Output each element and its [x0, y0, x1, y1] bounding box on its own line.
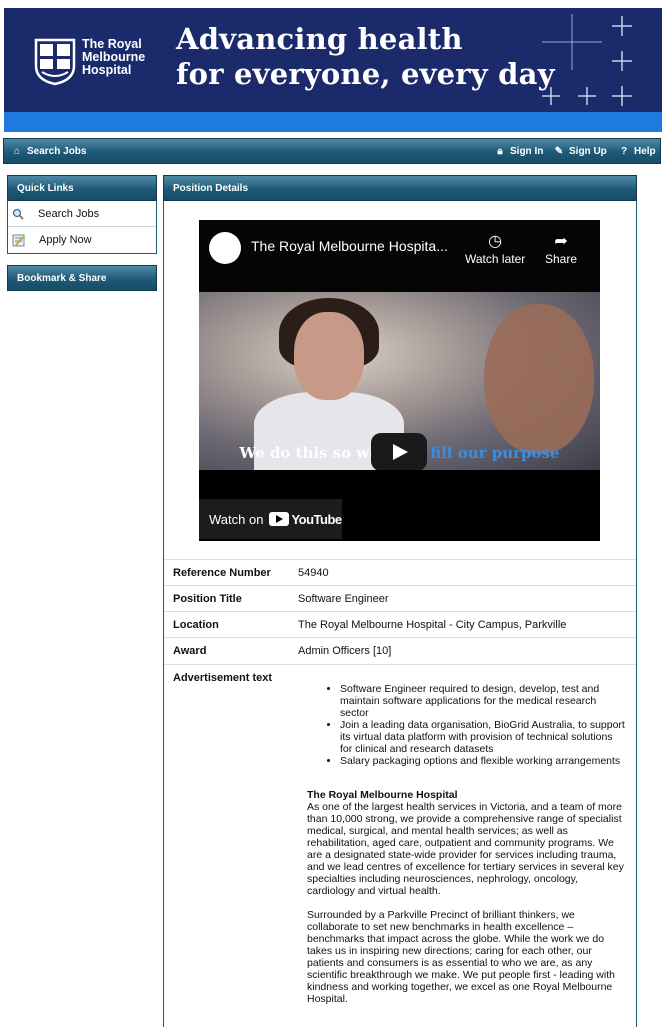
table-row: Reference Number 54940	[164, 559, 636, 585]
field-value: Software Engineer	[298, 592, 389, 605]
magnifier-icon	[12, 208, 24, 220]
quick-link-label: Apply Now	[39, 234, 92, 246]
play-button[interactable]	[371, 433, 427, 471]
position-details-panel: Position Details We do this so we e fill…	[163, 175, 637, 1027]
pencil-icon: ✎	[554, 145, 564, 157]
nav-sign-up-label: Sign Up	[569, 145, 607, 157]
nav-search-jobs[interactable]: ⌂ Search Jobs	[12, 139, 87, 163]
caption-blue: fill our purpose	[430, 444, 560, 462]
video-bottom-bar: Watch on YouTube	[199, 470, 600, 541]
field-value: The Royal Melbourne Hospital - City Camp…	[298, 618, 567, 631]
advertisement-row: Advertisement text Software Engineer req…	[164, 664, 636, 1005]
nav-help-label: Help	[634, 145, 656, 157]
quick-link-apply-now[interactable]: Apply Now	[8, 227, 156, 253]
field-value: Admin Officers [10]	[298, 644, 392, 657]
headline-line-1: Advancing health	[176, 22, 463, 56]
bookmark-share-title: Bookmark & Share	[7, 265, 157, 291]
field-label: Position Title	[173, 592, 242, 605]
share-icon: ➦	[554, 233, 568, 250]
youtube-wordmark: YouTube	[291, 511, 342, 527]
youtube-play-icon	[269, 512, 290, 526]
watch-on-label: Watch on	[209, 511, 264, 527]
list-item: Software Engineer required to design, de…	[340, 683, 627, 719]
list-item: Salary packaging options and flexible wo…	[340, 755, 627, 767]
paragraph: As one of the largest health services in…	[307, 801, 624, 897]
quick-link-label: Search Jobs	[38, 207, 100, 220]
share-button[interactable]: ➦ Share	[545, 232, 577, 266]
question-icon: ?	[620, 145, 628, 157]
field-label: Award	[173, 644, 207, 657]
advertisement-text: Software Engineer required to design, de…	[307, 683, 627, 1017]
home-icon: ⌂	[13, 145, 21, 157]
youtube-video-embed[interactable]: We do this so we e fill our purpose The …	[199, 220, 600, 541]
crest-icon	[34, 38, 76, 86]
video-title[interactable]: The Royal Melbourne Hospita...	[251, 238, 448, 254]
form-icon	[12, 234, 25, 246]
field-value: 54940	[298, 566, 329, 579]
quick-link-search-jobs[interactable]: Search Jobs	[8, 201, 156, 227]
nav-search-jobs-label: Search Jobs	[27, 145, 87, 157]
table-row: Award Admin Officers [10]	[164, 637, 636, 663]
watch-later-label: Watch later	[465, 252, 526, 266]
youtube-logo: YouTube	[269, 511, 342, 527]
channel-avatar[interactable]	[209, 232, 241, 264]
nav-sign-up[interactable]: ✎ Sign Up	[554, 139, 607, 163]
list-item: Join a leading data organisation, BioGri…	[340, 719, 627, 755]
nav-help[interactable]: ? Help	[619, 139, 656, 163]
details-table: Reference Number 54940 Position Title So…	[164, 559, 636, 663]
header-banner: The Royal Melbourne Hospital Advancing h…	[4, 8, 662, 132]
share-label: Share	[545, 252, 578, 266]
field-label: Reference Number	[173, 566, 271, 579]
headline-line-2: for everyone, every day	[176, 57, 555, 91]
bullet-list: Software Engineer required to design, de…	[340, 683, 627, 767]
quick-links-panel: Quick Links Search Jobs Apply Now	[7, 175, 157, 254]
quick-links-title: Quick Links	[7, 175, 157, 201]
org-heading: The Royal Melbourne Hospital	[307, 789, 458, 801]
field-label: Location	[173, 618, 219, 631]
plus-pattern-icon	[542, 14, 632, 106]
nav-sign-in[interactable]: 🔒︎ Sign In	[495, 139, 543, 163]
bookmark-share-panel[interactable]: Bookmark & Share	[7, 265, 157, 291]
clock-icon: ◷	[488, 233, 503, 250]
advertisement-label: Advertisement text	[173, 672, 273, 684]
watch-on-youtube-button[interactable]: Watch on YouTube	[199, 499, 342, 539]
banner-accent-strip	[4, 112, 662, 132]
table-row: Position Title Software Engineer	[164, 585, 636, 611]
rmh-logo[interactable]: The Royal Melbourne Hospital	[34, 36, 154, 94]
top-navbar: ⌂ Search Jobs 🔒︎ Sign In ✎ Sign Up ? Hel…	[3, 138, 661, 164]
watch-later-button[interactable]: ◷ Watch later	[465, 232, 525, 266]
logo-line: Hospital	[82, 63, 132, 77]
video-top-bar: The Royal Melbourne Hospita... ◷ Watch l…	[199, 220, 600, 292]
video-thumbnail: We do this so we e fill our purpose	[199, 292, 600, 472]
nav-sign-in-label: Sign In	[510, 145, 544, 157]
lock-icon: 🔒︎	[497, 145, 503, 157]
paragraph: Surrounded by a Parkville Precinct of br…	[307, 909, 615, 1005]
table-row: Location The Royal Melbourne Hospital - …	[164, 611, 636, 637]
position-details-title: Position Details	[163, 175, 637, 201]
banner-headline: Advancing health for everyone, every day	[176, 22, 555, 92]
